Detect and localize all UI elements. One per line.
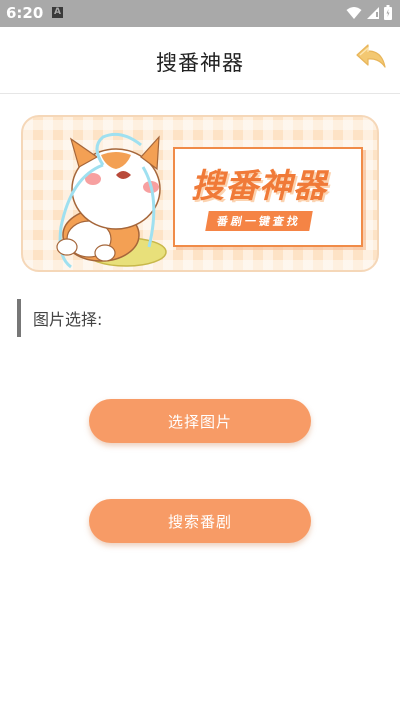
page-title: 搜番神器 bbox=[156, 51, 244, 75]
banner-title: 搜番神器 bbox=[191, 166, 327, 205]
status-bar: 6:20 A bbox=[0, 0, 400, 27]
signal-icon bbox=[367, 6, 379, 19]
back-arrow-icon bbox=[356, 44, 386, 68]
section-label-image-select: 图片选择: bbox=[17, 299, 102, 337]
banner-card: 搜番神器 番剧一键查找 bbox=[173, 147, 363, 247]
notification-icon: A bbox=[52, 7, 63, 18]
banner-tagline: 番剧一键查找 bbox=[205, 211, 313, 231]
select-image-button[interactable]: 选择图片 bbox=[89, 399, 311, 443]
status-icons bbox=[346, 5, 392, 20]
crying-cat-illustration bbox=[56, 132, 167, 269]
status-time: 6:20 bbox=[6, 4, 44, 22]
back-button[interactable] bbox=[354, 43, 388, 73]
search-anime-button[interactable]: 搜索番剧 bbox=[89, 499, 311, 543]
header: 搜番神器 bbox=[0, 27, 400, 94]
battery-icon bbox=[384, 5, 392, 20]
banner: 搜番神器 番剧一键查找 bbox=[21, 115, 379, 272]
wifi-icon bbox=[346, 6, 362, 19]
